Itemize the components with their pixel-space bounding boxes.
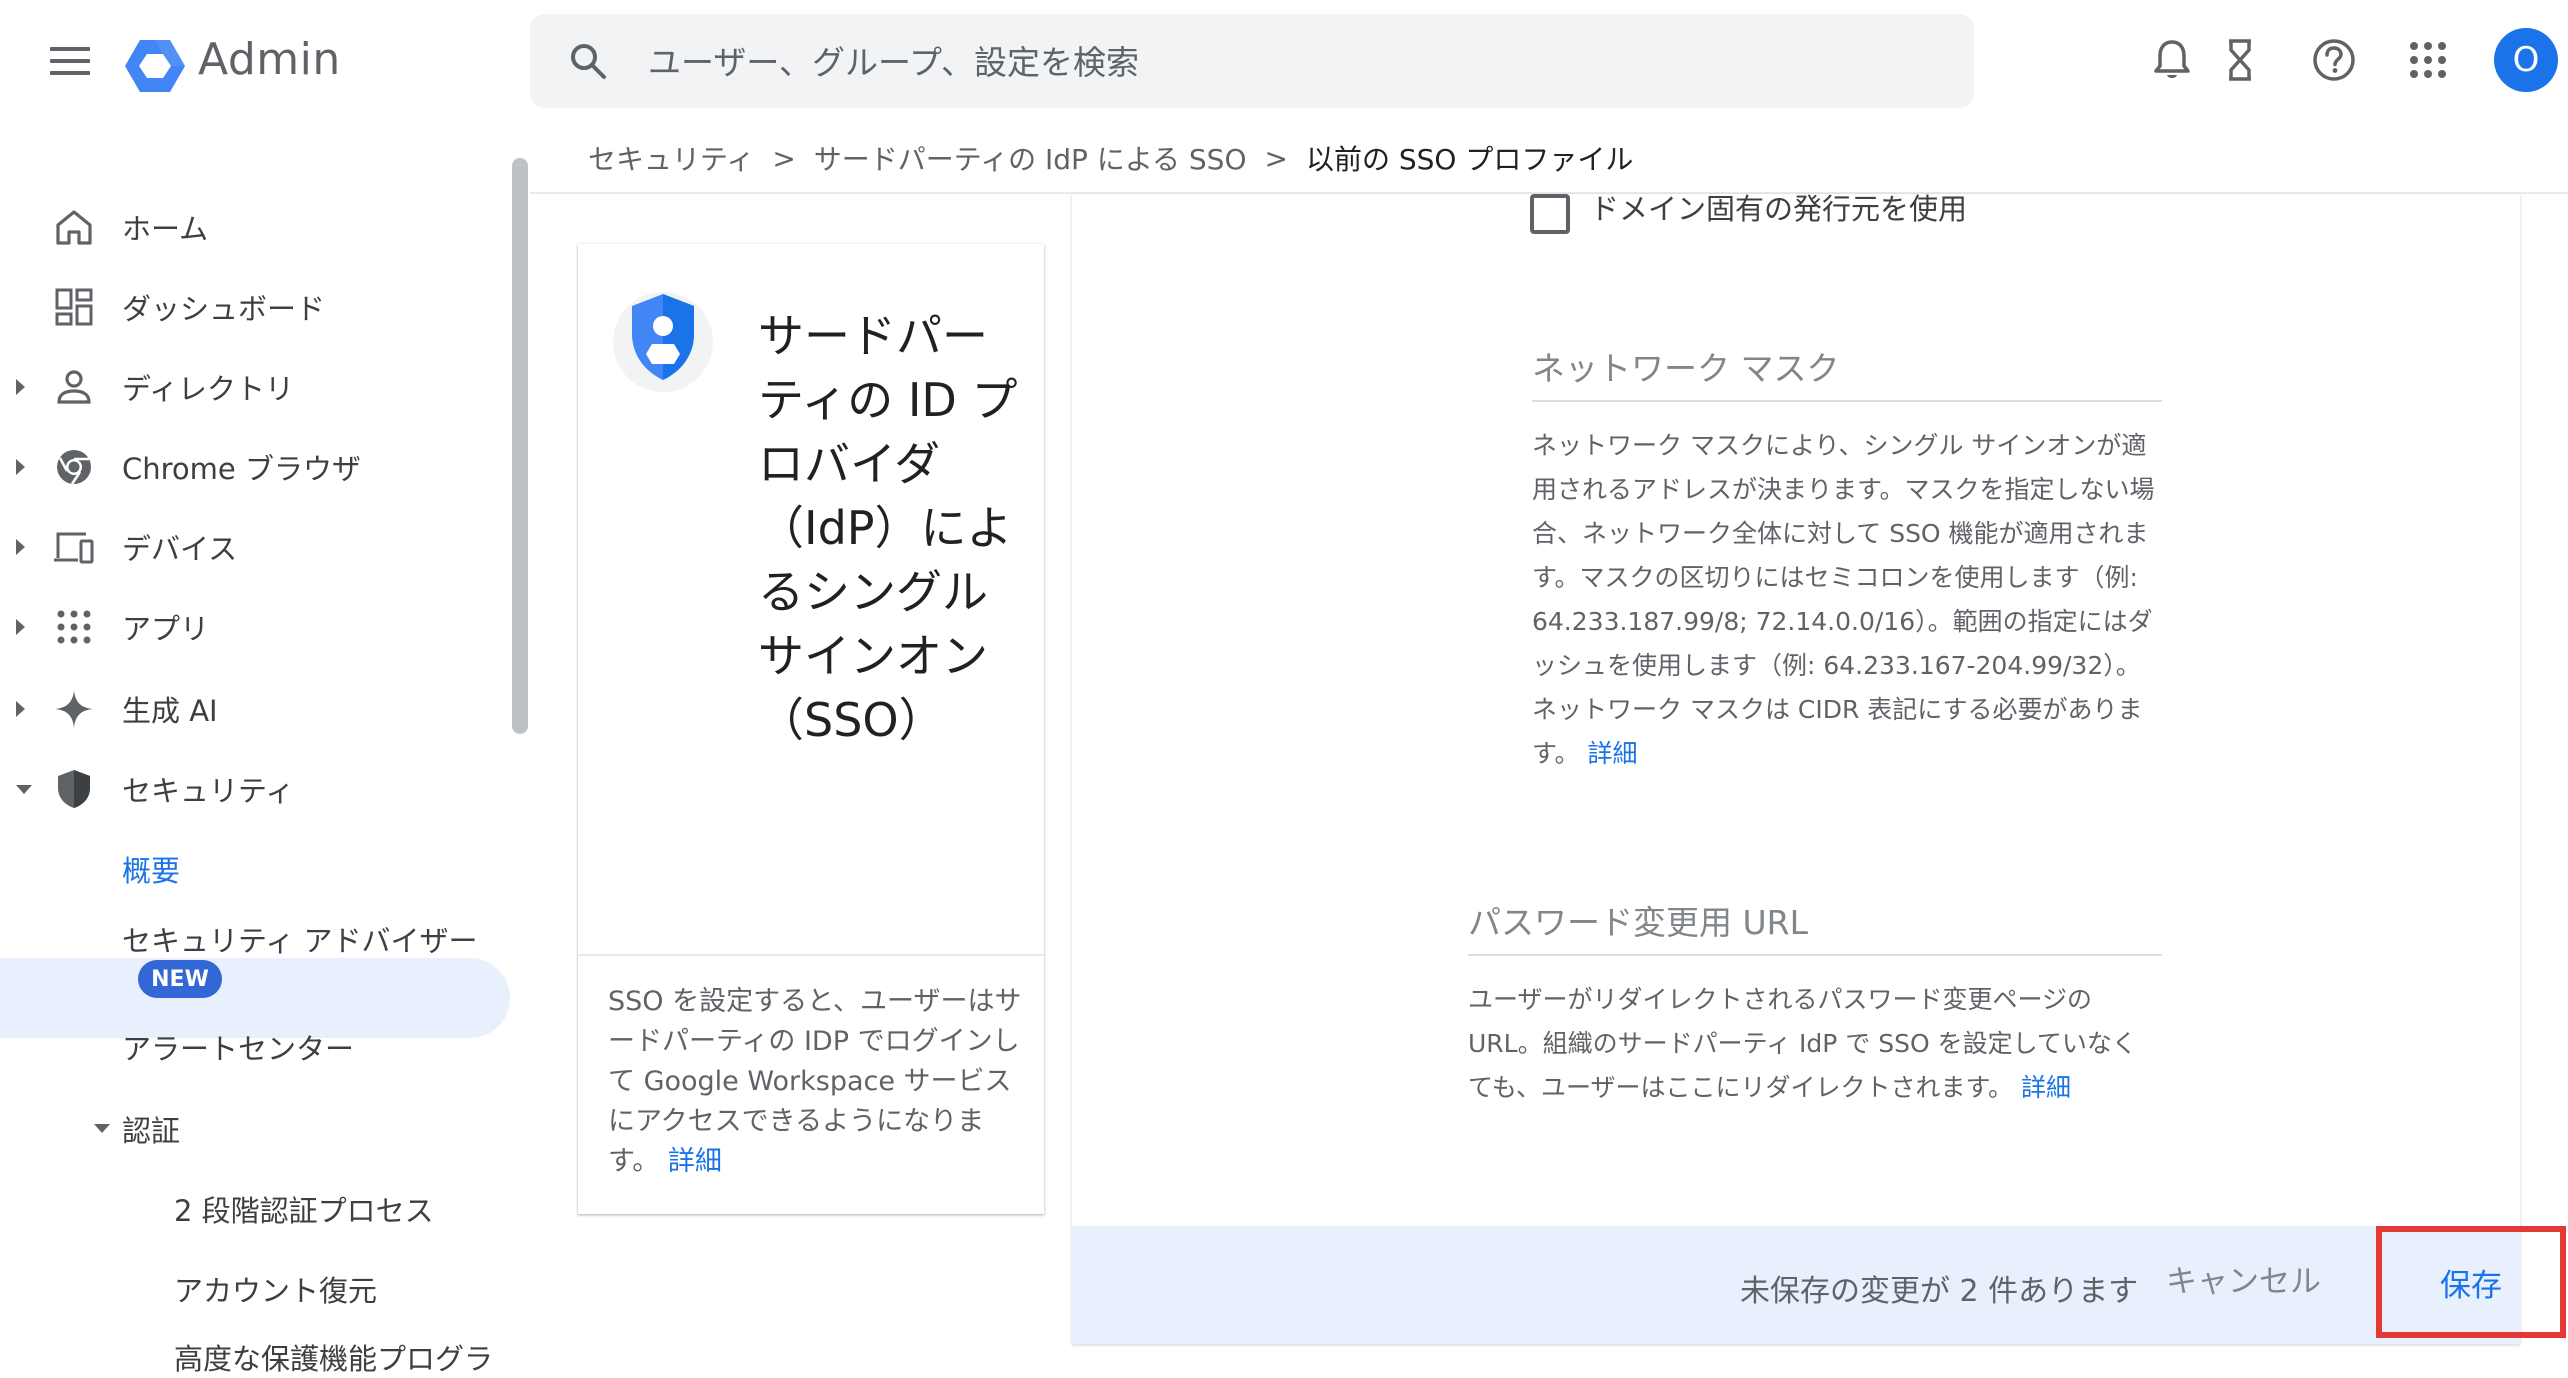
collapse-caret-icon[interactable] [94, 1124, 110, 1133]
top-bar: Admin ユーザー、グループ、設定を検索 O [0, 0, 2568, 128]
network-mask-description-text: ネットワーク マスクにより、シングル サインオンが適用されるアドレスが決まります… [1532, 431, 2155, 768]
sidebar-item-security[interactable]: セキュリティ [0, 754, 510, 824]
main-menu-icon[interactable] [50, 47, 90, 77]
unsaved-changes-message: 未保存の変更が 2 件あります [1740, 1274, 2139, 1309]
sparkle-icon [52, 687, 96, 731]
sidebar-item-label: セキュリティ [122, 774, 295, 808]
expand-caret-icon[interactable] [16, 459, 25, 475]
sidebar-item-alert-center[interactable]: アラートセンター [122, 1026, 354, 1068]
password-url-input[interactable] [1468, 890, 2162, 956]
sidebar-item-home[interactable]: ホーム [0, 192, 510, 262]
app-title: Admin [198, 34, 341, 85]
expand-caret-icon[interactable] [16, 379, 25, 395]
notifications-icon[interactable] [2148, 36, 2196, 84]
cancel-button[interactable]: キャンセル [2166, 1256, 2321, 1301]
sidebar-item-overview[interactable]: 概要 [122, 848, 180, 890]
chrome-icon [52, 445, 96, 489]
sso-settings-panel: ドメイン固有の発行元を使用 ネットワーク マスク ネットワーク マスクにより、シ… [1072, 192, 2520, 1344]
search-icon[interactable] [568, 41, 608, 85]
network-mask-input[interactable] [1532, 336, 2162, 402]
sidebar-item-label: 生成 AI [122, 694, 218, 728]
sidebar-item-label: アプリ [122, 612, 210, 646]
sidebar-item-apps[interactable]: アプリ [0, 592, 510, 662]
sidebar-item-account-recovery[interactable]: アカウント復元 [174, 1268, 377, 1310]
sidebar-item-gen-ai[interactable]: 生成 AI [0, 674, 510, 744]
expand-caret-icon[interactable] [16, 619, 25, 635]
hourglass-icon[interactable] [2216, 36, 2264, 84]
sidebar-item-directory[interactable]: ディレクトリ [0, 352, 510, 422]
breadcrumb-security[interactable]: セキュリティ [588, 138, 754, 178]
breadcrumb-third-party-sso[interactable]: サードパーティの IdP による SSO [814, 138, 1247, 178]
card-learn-more-link[interactable]: 詳細 [668, 1146, 722, 1177]
domain-issuer-label: ドメイン固有の発行元を使用 [1590, 192, 1968, 226]
breadcrumb: セキュリティ > サードパーティの IdP による SSO > 以前の SSO … [588, 138, 1633, 178]
sidebar-scrollbar[interactable] [512, 158, 528, 734]
sidebar-item-devices[interactable]: デバイス [0, 512, 510, 582]
collapse-caret-icon[interactable] [16, 785, 32, 794]
card-title: サードパーティの ID プロバイダ（IdP）によるシングル サインオン（SSO） [758, 309, 1018, 747]
expand-caret-icon[interactable] [16, 539, 25, 555]
breadcrumb-separator: > [1264, 141, 1288, 175]
home-icon [52, 205, 96, 249]
dashboard-icon [52, 285, 96, 329]
sidebar-item-label: ダッシュボード [122, 292, 326, 326]
card-description: SSO を設定すると、ユーザーはサードパーティの IDP でログインして Goo… [608, 982, 1028, 1182]
sidebar-item-dashboard[interactable]: ダッシュボード [0, 272, 510, 342]
domain-issuer-checkbox[interactable] [1530, 194, 1570, 234]
network-mask-description: ネットワーク マスクにより、シングル サインオンが適用されるアドレスが決まります… [1532, 424, 2158, 776]
sidebar-item-security-advisor[interactable]: セキュリティ アドバイザー [122, 918, 477, 960]
search-input[interactable] [646, 14, 1930, 110]
admin-logo-icon [125, 36, 185, 100]
sidebar-item-chrome-browser[interactable]: Chrome ブラウザ [0, 432, 510, 502]
expand-caret-icon[interactable] [16, 701, 25, 717]
help-icon[interactable] [2310, 36, 2358, 84]
unsaved-changes-bar: 未保存の変更が 2 件あります キャンセル 保存 [1072, 1226, 2566, 1344]
card-divider [578, 954, 1044, 956]
network-mask-learn-more-link[interactable]: 詳細 [1587, 739, 1637, 768]
new-badge: NEW [138, 960, 222, 998]
shield-icon [52, 767, 96, 811]
sidebar-item-label: Chrome ブラウザ [122, 452, 361, 486]
sidebar-item-authentication[interactable]: 認証 [122, 1108, 180, 1150]
sidebar-item-label: ディレクトリ [122, 372, 294, 406]
devices-icon [52, 525, 96, 569]
apps-icon [52, 605, 96, 649]
save-button[interactable]: 保存 [2376, 1226, 2566, 1338]
person-icon [52, 365, 96, 409]
sidebar-item-label: デバイス [122, 532, 238, 566]
account-avatar[interactable]: O [2494, 28, 2558, 92]
apps-grid-icon[interactable] [2404, 36, 2452, 84]
sidebar-item-label: ホーム [122, 212, 209, 246]
security-shield-icon [608, 284, 718, 398]
breadcrumb-current: 以前の SSO プロファイル [1305, 143, 1634, 176]
password-url-learn-more-link[interactable]: 詳細 [2021, 1073, 2071, 1102]
sso-info-card: サードパーティの ID プロバイダ（IdP）によるシングル サインオン（SSO）… [578, 244, 1044, 1214]
sidebar-item-2sv[interactable]: 2 段階認証プロセス [174, 1188, 434, 1230]
sidebar: ホーム ダッシュボード ディレクトリ Chrome ブラウザ デバイス アプリ … [0, 128, 510, 1376]
search-bar[interactable] [530, 14, 1974, 110]
password-url-description: ユーザーがリダイレクトされるパスワード変更ページの URL。組織のサードパーティ… [1468, 978, 2158, 1110]
breadcrumb-separator: > [772, 141, 796, 175]
